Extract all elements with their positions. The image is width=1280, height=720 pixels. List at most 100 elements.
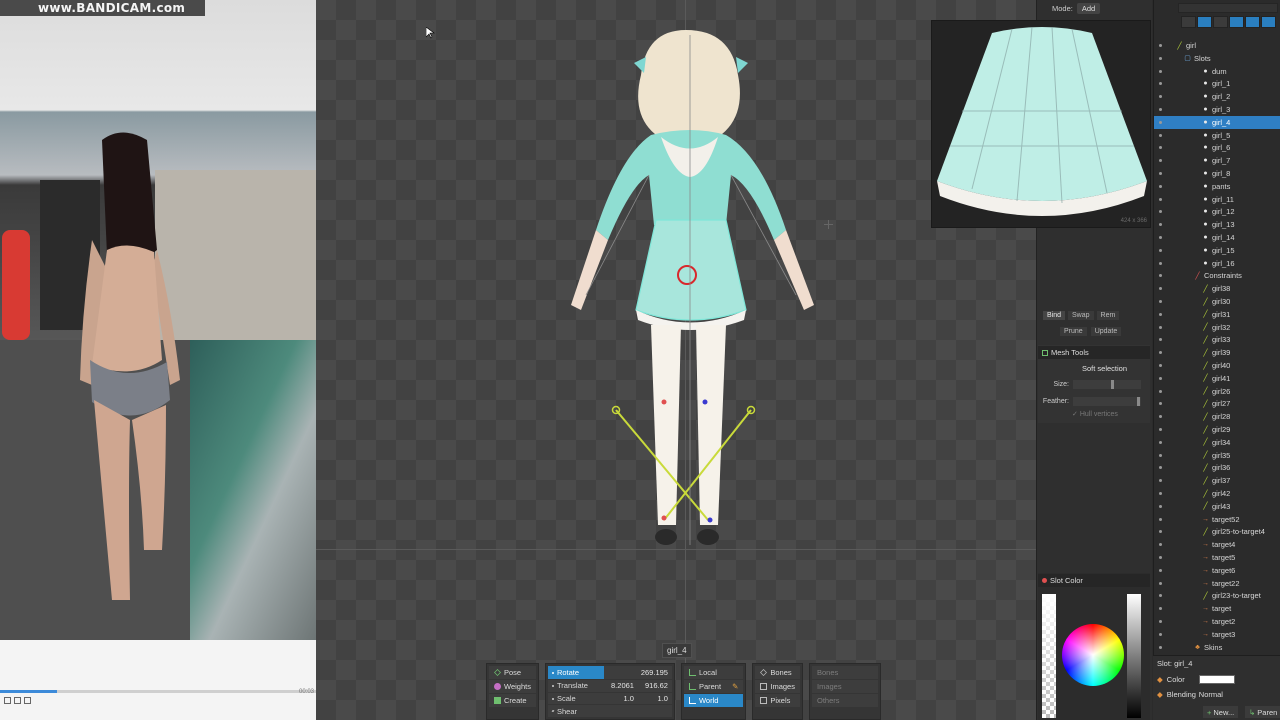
visibility-dot-icon[interactable] bbox=[1159, 312, 1162, 316]
tree-item[interactable]: → target2 bbox=[1154, 615, 1280, 628]
compensate-pixels-button[interactable]: Pixels bbox=[755, 694, 800, 707]
visibility-dot-icon[interactable] bbox=[1159, 300, 1162, 303]
tree-item[interactable]: ╱ girl30 bbox=[1154, 295, 1280, 308]
tree-item[interactable]: ╱ girl37 bbox=[1154, 474, 1280, 487]
mode-add-button[interactable]: Add bbox=[1076, 2, 1101, 14]
tree-item[interactable]: ● girl_4 bbox=[1154, 115, 1280, 129]
visibility-dot-icon[interactable] bbox=[1159, 120, 1162, 124]
axis-local-button[interactable]: Local bbox=[683, 666, 744, 679]
visibility-dot-icon[interactable] bbox=[1159, 581, 1162, 585]
tree-item[interactable]: → target5 bbox=[1154, 551, 1280, 564]
visibility-dot-icon[interactable] bbox=[1159, 210, 1162, 214]
parent-button[interactable]: ↳ Paren bbox=[1245, 706, 1280, 718]
visibility-dot-icon[interactable] bbox=[1159, 440, 1162, 444]
tree-item[interactable]: ╱ girl25-to-target4 bbox=[1154, 525, 1280, 538]
visibility-dot-icon[interactable] bbox=[1159, 338, 1162, 342]
translate-row[interactable]: Translate 8.2061 916.62 bbox=[547, 680, 672, 692]
tree-item[interactable]: ╱ girl29 bbox=[1154, 423, 1280, 436]
compensate-bones-button[interactable]: Bones bbox=[755, 666, 800, 679]
tree-item[interactable]: ╱ girl26 bbox=[1154, 385, 1280, 398]
visibility-dot-icon[interactable] bbox=[1159, 197, 1162, 201]
visibility-dot-icon[interactable] bbox=[1159, 82, 1162, 86]
visibility-dot-icon[interactable] bbox=[1159, 159, 1162, 163]
tree-item[interactable]: ╱ girl39 bbox=[1154, 346, 1280, 359]
visibility-dot-icon[interactable] bbox=[1159, 69, 1162, 73]
visibility-dot-icon[interactable] bbox=[1159, 248, 1162, 252]
hull-vertices-checkbox[interactable]: ✓ Hull vertices bbox=[1072, 410, 1118, 418]
tree-item[interactable]: ╱ girl42 bbox=[1154, 487, 1280, 500]
visibility-dot-icon[interactable] bbox=[1159, 492, 1162, 495]
new-button[interactable]: + New... bbox=[1203, 706, 1239, 718]
feather-slider[interactable]: Feather: bbox=[1041, 397, 1146, 406]
tree-item[interactable]: ● girl_2 bbox=[1154, 90, 1280, 103]
filter-slots-button[interactable] bbox=[1197, 16, 1212, 28]
tree-item[interactable]: → target bbox=[1154, 602, 1280, 615]
tree-item[interactable]: ● girl_6 bbox=[1154, 141, 1280, 154]
visibility-dot-icon[interactable] bbox=[1159, 44, 1162, 47]
visibility-dot-icon[interactable] bbox=[1159, 453, 1162, 457]
visibility-dot-icon[interactable] bbox=[1159, 645, 1162, 649]
tree-item[interactable]: ● pants bbox=[1154, 180, 1280, 193]
tree-item[interactable]: ● girl_15 bbox=[1154, 244, 1280, 257]
prune-button[interactable]: Prune bbox=[1060, 327, 1087, 336]
filter-constraints-button[interactable] bbox=[1229, 16, 1244, 28]
tree-item[interactable]: ♣ Skins bbox=[1154, 641, 1280, 654]
filter-events-button[interactable] bbox=[1261, 16, 1276, 28]
visibility-dot-icon[interactable] bbox=[1159, 556, 1162, 559]
tree-item[interactable]: ● dum bbox=[1154, 65, 1280, 78]
visibility-dot-icon[interactable] bbox=[1159, 389, 1162, 393]
tree-item[interactable]: → target52 bbox=[1154, 513, 1280, 526]
visibility-dot-icon[interactable] bbox=[1159, 146, 1162, 150]
visibility-dot-icon[interactable] bbox=[1159, 287, 1162, 291]
tree-item[interactable]: ╱ girl32 bbox=[1154, 321, 1280, 334]
visibility-dot-icon[interactable] bbox=[1159, 479, 1162, 483]
swap-button[interactable]: Swap bbox=[1068, 311, 1094, 320]
update-button[interactable]: Update bbox=[1090, 327, 1122, 336]
tree-item[interactable]: ● girl_12 bbox=[1154, 205, 1280, 218]
size-knob[interactable] bbox=[1111, 380, 1114, 389]
tree-item[interactable]: ● girl_14 bbox=[1154, 231, 1280, 244]
size-slider[interactable]: Size: bbox=[1041, 380, 1146, 389]
visibility-dot-icon[interactable] bbox=[1159, 504, 1162, 508]
filter-bones-button[interactable] bbox=[1181, 16, 1196, 28]
tree-item[interactable]: ╱ girl40 bbox=[1154, 359, 1280, 372]
tree-search-input[interactable] bbox=[1178, 3, 1278, 13]
character-rig[interactable] bbox=[546, 15, 836, 560]
editor-viewport[interactable]: girl_4 bbox=[316, 0, 1036, 720]
visibility-dot-icon[interactable] bbox=[1159, 261, 1162, 265]
tree-item[interactable]: ╱ girl41 bbox=[1154, 372, 1280, 385]
option-bones[interactable]: Bones bbox=[811, 666, 878, 679]
color-wheel[interactable] bbox=[1062, 624, 1124, 686]
create-button[interactable]: Create bbox=[489, 694, 536, 707]
visibility-dot-icon[interactable] bbox=[1159, 223, 1162, 227]
tree-item[interactable]: ╱ girl43 bbox=[1154, 500, 1280, 513]
compensate-images-button[interactable]: Images bbox=[755, 680, 800, 693]
bind-button[interactable]: Bind bbox=[1043, 311, 1066, 320]
shear-row[interactable]: Shear bbox=[547, 705, 672, 718]
visibility-dot-icon[interactable] bbox=[1159, 517, 1162, 521]
visibility-dot-icon[interactable] bbox=[1159, 376, 1162, 380]
tree-item[interactable]: ╱ girl31 bbox=[1154, 308, 1280, 321]
feather-knob[interactable] bbox=[1137, 397, 1140, 406]
alpha-slider[interactable] bbox=[1042, 594, 1056, 718]
option-images[interactable]: Images bbox=[811, 680, 878, 693]
filter-skins-button[interactable] bbox=[1245, 16, 1260, 28]
tree-item[interactable]: → target6 bbox=[1154, 564, 1280, 577]
visibility-dot-icon[interactable] bbox=[1159, 415, 1162, 419]
tree-item[interactable]: ▢ Slots bbox=[1154, 52, 1280, 65]
visibility-dot-icon[interactable] bbox=[1159, 620, 1162, 623]
visibility-dot-icon[interactable] bbox=[1159, 632, 1162, 636]
fullscreen-button[interactable] bbox=[24, 697, 31, 704]
stop-button[interactable] bbox=[14, 697, 21, 704]
tree-item[interactable]: ╱ girl33 bbox=[1154, 333, 1280, 346]
tree-item[interactable]: ● girl_16 bbox=[1154, 257, 1280, 270]
remove-button[interactable]: Rem bbox=[1096, 311, 1120, 320]
visibility-dot-icon[interactable] bbox=[1159, 133, 1162, 137]
tree-item[interactable]: ● girl_3 bbox=[1154, 103, 1280, 116]
visibility-dot-icon[interactable] bbox=[1159, 568, 1162, 572]
visibility-dot-icon[interactable] bbox=[1159, 364, 1162, 367]
scale-row[interactable]: Scale 1.0 1.0 bbox=[547, 692, 672, 705]
tree-item[interactable]: ╱ girl36 bbox=[1154, 461, 1280, 474]
pose-button[interactable]: Pose bbox=[489, 666, 536, 679]
tree-item[interactable]: ╱ girl27 bbox=[1154, 397, 1280, 410]
